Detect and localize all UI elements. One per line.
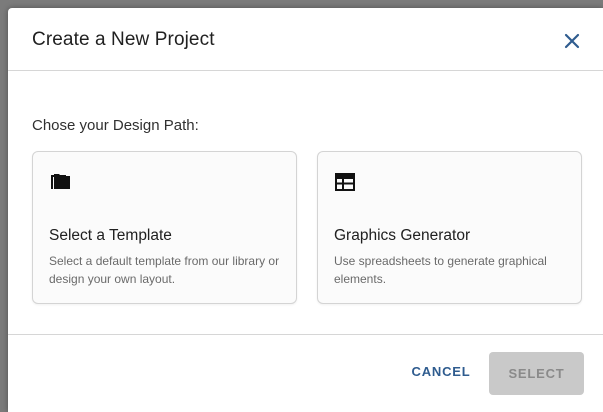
select-template-card[interactable]: Select a Template Select a default templ…: [32, 151, 297, 304]
select-button[interactable]: SELECT: [489, 352, 584, 395]
cancel-button[interactable]: CANCEL: [404, 352, 478, 392]
close-icon: [564, 33, 580, 49]
create-project-dialog: Create a New Project Chose your Design P…: [8, 8, 603, 412]
dialog-footer: CANCEL SELECT: [8, 334, 603, 412]
design-path-label: Chose your Design Path:: [32, 117, 199, 134]
dialog-body: Chose your Design Path: Select a Templat…: [8, 71, 603, 334]
card-title: Graphics Generator: [334, 227, 471, 244]
card-title: Select a Template: [49, 227, 172, 244]
close-button[interactable]: [559, 28, 585, 54]
dialog-title: Create a New Project: [32, 29, 215, 50]
dialog-header: Create a New Project: [8, 8, 603, 71]
graphics-generator-card[interactable]: Graphics Generator Use spreadsheets to g…: [317, 151, 582, 304]
table-layout-icon: [335, 173, 355, 191]
card-description: Use spreadsheets to generate graphical e…: [334, 254, 547, 286]
folder-icon: [51, 174, 70, 189]
card-description: Select a default template from our libra…: [49, 254, 280, 286]
